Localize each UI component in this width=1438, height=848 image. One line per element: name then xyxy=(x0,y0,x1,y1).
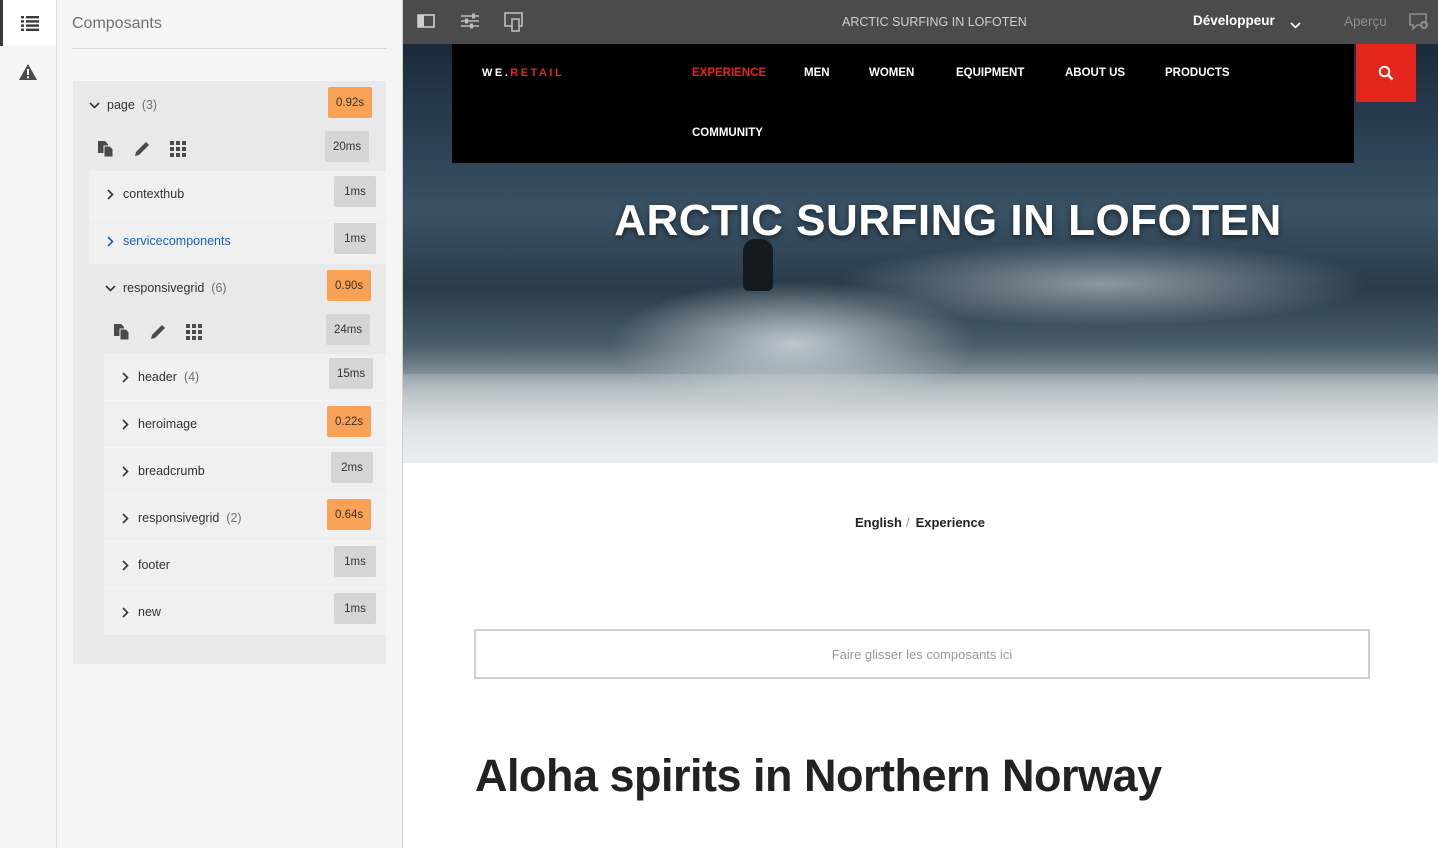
tree-node-label: servicecomponents xyxy=(123,234,231,248)
tree-node-new[interactable]: new xyxy=(118,589,161,635)
surfer xyxy=(743,239,773,291)
timing-badge: 15ms xyxy=(329,358,374,389)
editor-toolbar: ARCTIC SURFING IN LOFOTEN Développeur Ap… xyxy=(403,0,1438,44)
page-title: ARCTIC SURFING IN LOFOTEN xyxy=(842,15,1027,29)
breadcrumb-item[interactable]: English xyxy=(855,515,902,530)
nav-products[interactable]: PRODUCTS xyxy=(1165,67,1230,79)
tree-node-count: (4) xyxy=(183,370,200,384)
timing-badge: 0.22s xyxy=(327,406,372,437)
timing-badge: 2ms xyxy=(331,452,373,483)
tree-node-header[interactable]: header (4) xyxy=(118,354,199,400)
errors-tab[interactable] xyxy=(0,49,56,95)
edit-icon[interactable] xyxy=(133,140,151,158)
timing-badge: 0.90s xyxy=(327,270,372,301)
timing-badge: 20ms xyxy=(325,131,370,162)
chevron-down-icon[interactable] xyxy=(103,281,117,295)
tree-node-label: new xyxy=(138,605,161,619)
tree-node-label: footer xyxy=(138,558,170,572)
hero-title: ARCTIC SURFING IN LOFOTEN xyxy=(614,196,1282,245)
tree-node-count: (6) xyxy=(211,281,227,295)
tree-node-label: heroimage xyxy=(138,417,198,431)
page-tools xyxy=(97,131,187,167)
preview-button[interactable]: Aperçu xyxy=(1344,14,1387,29)
edit-icon[interactable] xyxy=(149,323,167,341)
tree-node-label: responsivegrid xyxy=(138,511,220,525)
nav-equipment[interactable]: EQUIPMENT xyxy=(956,67,1024,79)
nav-women[interactable]: WOMEN xyxy=(869,67,914,79)
nav-about-us[interactable]: ABOUT US xyxy=(1065,67,1125,79)
chevron-right-icon[interactable] xyxy=(118,417,132,431)
timing-badge: 1ms xyxy=(334,593,376,624)
nav-experience[interactable]: EXPERIENCE xyxy=(692,67,766,79)
timing-badge: 1ms xyxy=(334,223,376,254)
tree-node-responsivegrid[interactable]: responsivegrid (6) xyxy=(103,265,227,311)
chevron-down-icon[interactable] xyxy=(1290,16,1301,34)
tree-node-breadcrumb[interactable]: breadcrumb xyxy=(118,448,205,494)
chevron-right-icon[interactable] xyxy=(118,511,132,525)
hero-image[interactable]: ARCTIC SURFING IN LOFOTEN WE.RETAIL EXPE… xyxy=(403,44,1438,463)
timing-badge: 1ms xyxy=(334,176,376,207)
grid-icon[interactable] xyxy=(169,140,187,158)
component-drop-zone[interactable]: Faire glisser les composants ici xyxy=(474,629,1370,679)
chevron-right-icon[interactable] xyxy=(118,605,132,619)
article-headline: Aloha spirits in Northern Norway xyxy=(475,750,1162,801)
chevron-right-icon[interactable] xyxy=(118,558,132,572)
annotations-icon[interactable] xyxy=(1409,12,1429,37)
responsivegrid-tools xyxy=(113,314,203,350)
component-tree: page (3) 0.92s 20ms contexthub 1ms servi… xyxy=(73,81,386,664)
copy-icon[interactable] xyxy=(97,140,115,158)
tree-node-label: header xyxy=(138,370,177,384)
chevron-right-icon[interactable] xyxy=(118,370,132,384)
side-rail xyxy=(0,0,57,848)
emulator-icon[interactable] xyxy=(504,12,524,37)
breadcrumb-item[interactable]: Experience xyxy=(916,515,985,530)
breadcrumb: English / Experience xyxy=(855,515,985,530)
components-tab[interactable] xyxy=(0,0,56,46)
tree-node-count: (2) xyxy=(226,511,242,525)
tree-node-page[interactable]: page (3) xyxy=(87,82,157,128)
chevron-right-icon[interactable] xyxy=(103,187,117,201)
tree-node-count: (3) xyxy=(141,98,158,112)
tree-node-label: contexthub xyxy=(123,187,185,201)
timing-badge: 24ms xyxy=(326,314,371,345)
tree-node-label: page xyxy=(107,98,135,112)
components-panel: Composants page (3) 0.92s 20ms contexthu… xyxy=(57,0,403,848)
chevron-right-icon[interactable] xyxy=(118,464,132,478)
wave-foam xyxy=(403,374,1438,463)
timing-badge: 0.64s xyxy=(327,499,372,530)
tree-node-label: breadcrumb xyxy=(138,464,205,478)
copy-icon[interactable] xyxy=(113,323,131,341)
list-icon xyxy=(20,16,39,31)
site-navigation: WE.RETAIL EXPERIENCE MEN WOMEN EQUIPMENT… xyxy=(452,44,1354,163)
tree-node-contexthub[interactable]: contexthub xyxy=(103,171,184,217)
tree-node-label: responsivegrid xyxy=(123,281,205,295)
search-button[interactable] xyxy=(1356,44,1416,102)
side-panel-toggle-icon[interactable] xyxy=(417,12,435,35)
tree-node-footer[interactable]: footer xyxy=(118,542,170,588)
alert-icon xyxy=(19,64,37,80)
site-logo[interactable]: WE.RETAIL xyxy=(482,67,564,79)
tree-node-responsivegrid-nested[interactable]: responsivegrid (2) xyxy=(118,495,242,541)
page-properties-icon[interactable] xyxy=(460,12,480,35)
tree-node-heroimage[interactable]: heroimage xyxy=(118,401,197,447)
divider xyxy=(72,48,387,49)
timing-badge: 0.92s xyxy=(328,87,373,118)
timing-badge: 1ms xyxy=(334,546,376,577)
chevron-down-icon[interactable] xyxy=(87,98,101,112)
chevron-right-icon[interactable] xyxy=(103,234,117,248)
nav-community[interactable]: COMMUNITY xyxy=(692,127,763,139)
nav-men[interactable]: MEN xyxy=(804,67,830,79)
panel-title: Composants xyxy=(72,15,162,32)
grid-icon[interactable] xyxy=(185,323,203,341)
search-icon xyxy=(1378,65,1394,81)
tree-node-servicecomponents[interactable]: servicecomponents xyxy=(103,218,231,264)
breadcrumb-separator: / xyxy=(905,515,910,530)
mode-selector[interactable]: Développeur xyxy=(1193,13,1275,28)
